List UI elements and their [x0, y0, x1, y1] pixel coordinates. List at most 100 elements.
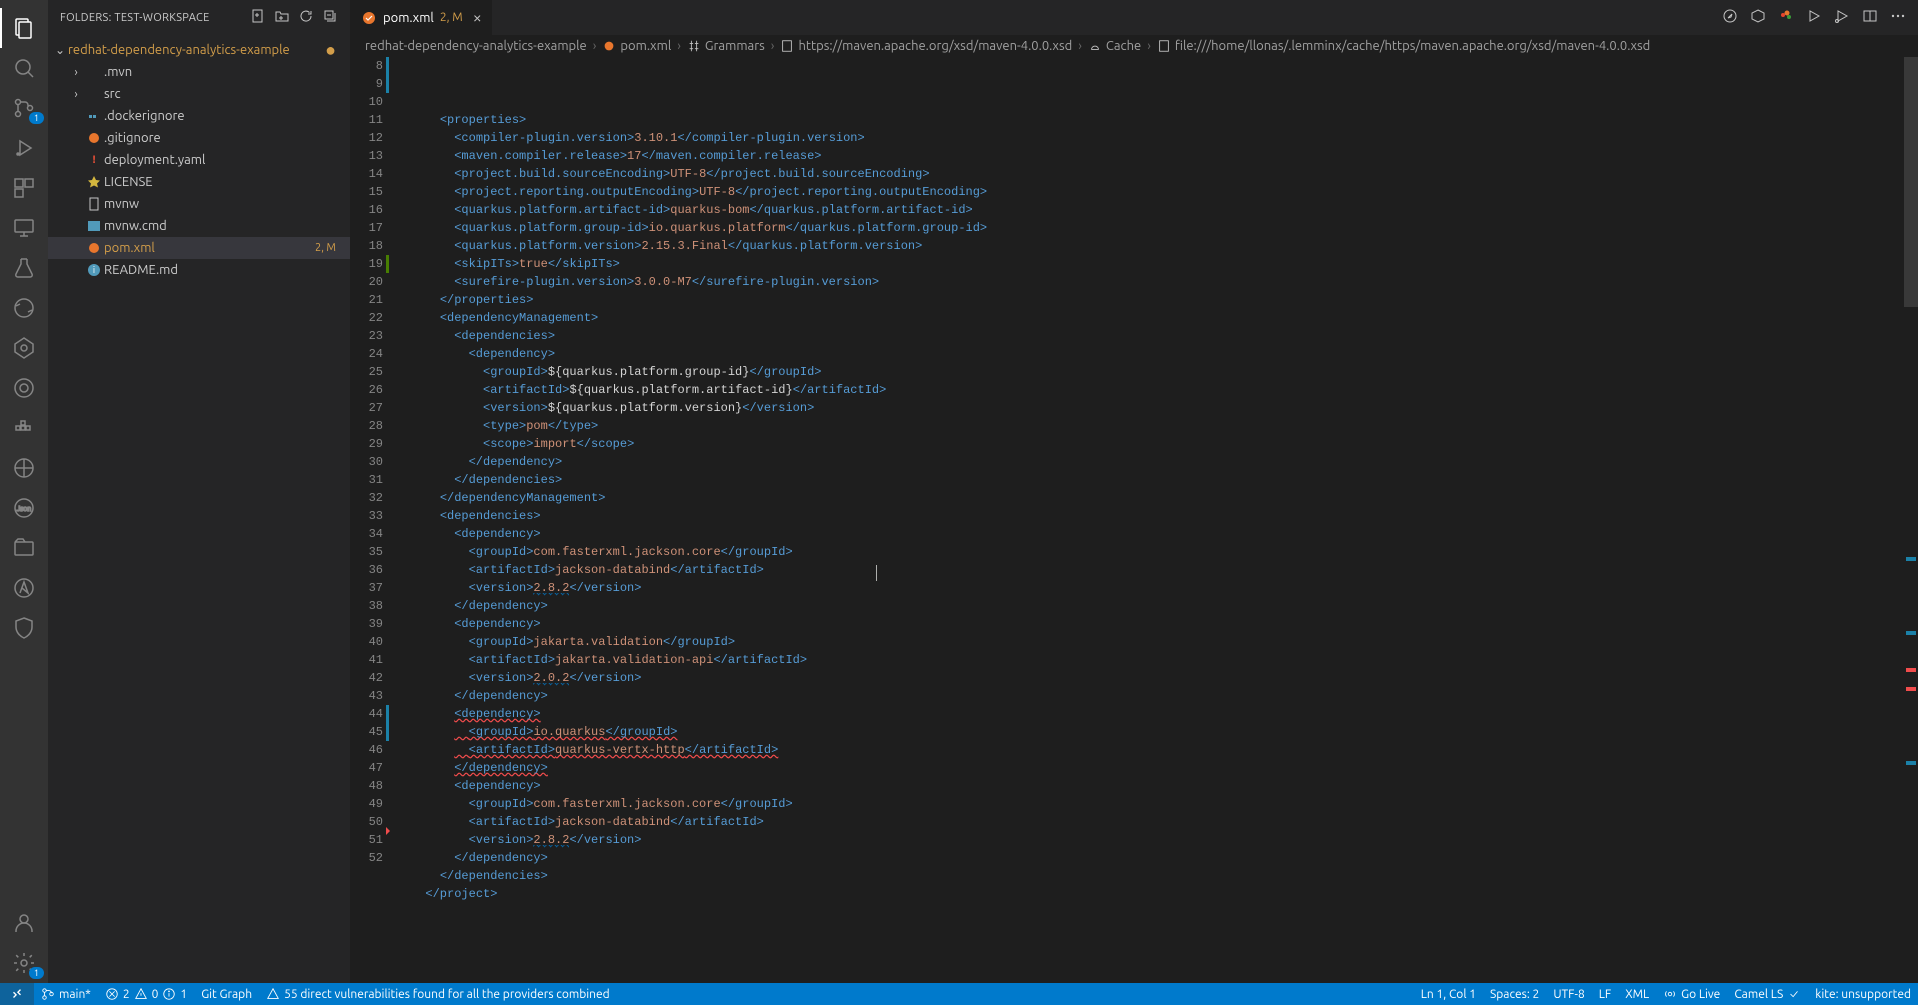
file-label: .mvn — [104, 65, 342, 79]
status-bar: main* 2 0 1 Git Graph 55 direct vulnerab… — [0, 983, 1918, 1005]
code-content[interactable]: <properties> <compiler-plugin.version>3.… — [401, 57, 1918, 983]
breadcrumb-item[interactable]: redhat-dependency-analytics-example — [365, 39, 587, 53]
encoding[interactable]: UTF-8 — [1546, 983, 1591, 1005]
sidebar-title: FOLDERS: TEST-WORKSPACE — [60, 12, 210, 24]
sidebar-header: FOLDERS: TEST-WORKSPACE — [48, 0, 350, 35]
file-icon — [84, 218, 104, 234]
breadcrumb-item[interactable]: pom.xml — [602, 39, 671, 53]
file-label: pom.xml — [104, 241, 315, 255]
eol[interactable]: LF — [1592, 983, 1618, 1005]
activity-shield[interactable] — [0, 608, 48, 648]
file-icon — [84, 174, 104, 190]
file-label: .dockerignore — [104, 109, 342, 123]
vertical-scrollbar[interactable] — [1904, 57, 1918, 983]
sidebar-actions — [250, 8, 338, 27]
new-file-icon[interactable] — [250, 8, 266, 27]
tree-item--dockerignore[interactable]: .dockerignore — [48, 105, 350, 127]
svg-text:i: i — [93, 265, 95, 275]
tab-pom-xml[interactable]: pom.xml 2, M × — [351, 0, 493, 35]
refresh-icon[interactable] — [298, 8, 314, 27]
activity-tekton[interactable] — [0, 448, 48, 488]
tree-item-mvnw[interactable]: mvnw — [48, 193, 350, 215]
activity-search[interactable] — [0, 48, 48, 88]
kite-status[interactable]: kite: unsupported — [1808, 983, 1918, 1005]
activity-remote-explorer[interactable] — [0, 208, 48, 248]
activity-extensions[interactable] — [0, 168, 48, 208]
scrollbar-thumb[interactable] — [1904, 57, 1918, 307]
activity-ansible[interactable] — [0, 568, 48, 608]
file-label: README.md — [104, 263, 342, 277]
tree-item-src[interactable]: ›src — [48, 83, 350, 105]
file-icon — [84, 240, 104, 256]
breadcrumb-item[interactable]: https://maven.apache.org/xsd/maven-4.0.0… — [780, 39, 1072, 53]
tree-item-deployment-yaml[interactable]: !deployment.yaml — [48, 149, 350, 171]
activity-debug[interactable] — [0, 128, 48, 168]
tab-bar: pom.xml 2, M × — [351, 0, 1918, 35]
breadcrumb-item[interactable]: file:///home/llonas/.lemminx/cache/https… — [1157, 39, 1650, 53]
breadcrumb[interactable]: redhat-dependency-analytics-example › po… — [351, 35, 1918, 57]
file-label: .gitignore — [104, 131, 342, 145]
tree-item--gitignore[interactable]: .gitignore — [48, 127, 350, 149]
chevron-right-icon: › — [68, 66, 84, 79]
marker — [1906, 557, 1916, 561]
problems-indicator[interactable]: 2 0 1 — [98, 983, 194, 1005]
remote-indicator[interactable] — [0, 983, 34, 1005]
new-folder-icon[interactable] — [274, 8, 290, 27]
cursor-position[interactable]: Ln 1, Col 1 — [1414, 983, 1483, 1005]
marker — [1906, 687, 1916, 691]
text-cursor — [876, 565, 877, 581]
tree-item-pom-xml[interactable]: pom.xml2, M — [48, 237, 350, 259]
cloud-icon[interactable] — [1778, 8, 1794, 27]
collapse-all-icon[interactable] — [322, 8, 338, 27]
code-editor[interactable]: 8910111213141516171819202122232425262728… — [351, 57, 1918, 983]
tree-item-README-md[interactable]: i README.md — [48, 259, 350, 281]
tree-item-mvnw-cmd[interactable]: mvnw.cmd — [48, 215, 350, 237]
marker — [1906, 668, 1916, 672]
activity-kubernetes[interactable] — [0, 328, 48, 368]
marker — [1906, 631, 1916, 635]
activity-testing[interactable] — [0, 248, 48, 288]
close-icon[interactable]: × — [473, 9, 482, 27]
activity-docker[interactable] — [0, 408, 48, 448]
indentation[interactable]: Spaces: 2 — [1483, 983, 1546, 1005]
tree-item--mvn[interactable]: › .mvn — [48, 61, 350, 83]
camel-ls[interactable]: Camel LS — [1727, 983, 1808, 1005]
activity-accounts[interactable] — [0, 903, 48, 943]
file-icon: i — [84, 262, 104, 278]
activity-bar: 1 Json — [0, 0, 48, 983]
vulnerabilities-indicator[interactable]: 55 direct vulnerabilities found for all … — [259, 983, 617, 1005]
split-editor-icon[interactable] — [1862, 8, 1878, 27]
language-mode[interactable]: XML — [1618, 983, 1656, 1005]
activity-redhat[interactable] — [0, 368, 48, 408]
more-icon[interactable] — [1890, 8, 1906, 27]
tree-root[interactable]: ⌄ redhat-dependency-analytics-example ● — [48, 39, 350, 61]
git-graph[interactable]: Git Graph — [194, 983, 259, 1005]
activity-projects[interactable] — [0, 528, 48, 568]
settings-badge: 1 — [29, 967, 44, 979]
editor-area: pom.xml 2, M × redhat-dependency-analyti… — [351, 0, 1918, 983]
breadcrumb-item[interactable]: Grammars — [687, 39, 765, 53]
sidebar: FOLDERS: TEST-WORKSPACE ⌄ redhat-depende… — [48, 0, 351, 983]
activity-openshift[interactable] — [0, 288, 48, 328]
file-meta: 2, M — [315, 242, 342, 254]
activity-settings[interactable]: 1 — [0, 943, 48, 983]
file-tree: ⌄ redhat-dependency-analytics-example ● … — [48, 35, 350, 285]
xml-file-icon — [361, 10, 377, 26]
debug-run-icon[interactable] — [1834, 8, 1850, 27]
go-live[interactable]: Go Live — [1656, 983, 1727, 1005]
chevron-down-icon: ⌄ — [52, 43, 68, 57]
activity-source-control[interactable]: 1 — [0, 88, 48, 128]
branch-indicator[interactable]: main* — [34, 983, 98, 1005]
tree-item-LICENSE[interactable]: LICENSE — [48, 171, 350, 193]
svg-text:Json: Json — [17, 505, 32, 513]
run-icon[interactable] — [1806, 8, 1822, 27]
file-label: deployment.yaml — [104, 153, 342, 167]
breadcrumb-item[interactable]: Cache — [1088, 39, 1141, 53]
activity-explorer[interactable] — [0, 8, 48, 48]
gitpod-icon[interactable] — [1750, 8, 1766, 27]
marker — [1906, 761, 1916, 765]
scm-badge: 1 — [29, 112, 44, 124]
compass-icon[interactable] — [1722, 8, 1738, 27]
file-icon: ! — [84, 154, 104, 166]
activity-json[interactable]: Json — [0, 488, 48, 528]
